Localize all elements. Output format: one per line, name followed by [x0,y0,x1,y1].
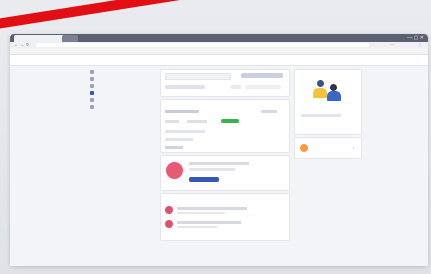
promo-card [160,155,290,191]
sidebar-item-active[interactable] [90,90,148,96]
chevron-right-icon[interactable]: › [353,145,354,150]
sidebar-item[interactable] [90,97,148,103]
sidebar-item[interactable] [90,69,148,75]
search-input[interactable] [165,73,231,80]
bookmarks-bar [10,48,428,55]
sidebar-item[interactable] [90,76,148,82]
chart-icon [90,91,94,95]
activity-row [187,120,207,123]
avatar [165,220,173,228]
app-header [10,55,428,66]
activity-row [165,130,205,133]
browser-tab-active[interactable] [14,35,66,42]
profile-card [294,69,362,135]
filter-field[interactable] [245,85,281,89]
notification-card: › [294,137,362,159]
home-icon [90,70,94,74]
settings-icon [90,105,94,109]
avatar [165,206,173,214]
profile-card-text [301,114,341,117]
sidebar-item[interactable] [90,104,148,110]
window-controls[interactable]: — ▢ ✕ [407,35,424,41]
promo-text [189,162,249,165]
browser-tab[interactable] [62,35,78,42]
activity-subtitle [165,110,199,113]
browser-window: — ▢ ✕ ← → ↻ ⋯ ⋮ › [10,34,428,266]
users-icon [90,77,94,81]
people-illustration [313,78,343,102]
promo-badge-icon [166,162,183,179]
activity-card [160,99,290,153]
promo-text [189,168,235,171]
promo-button[interactable] [189,177,219,182]
feed-card [160,193,290,241]
status-badge [221,119,239,123]
activity-meta [261,110,277,113]
app-viewport: › [10,55,428,266]
sidebar-nav [90,69,148,169]
sidebar-item[interactable] [90,83,148,89]
feed-item-meta [177,226,217,228]
document-icon [90,98,94,102]
feed-item-text[interactable] [177,221,241,224]
filter-chip[interactable] [231,85,241,89]
activity-link[interactable] [165,146,183,149]
notification-icon [300,144,308,152]
calendar-icon [90,84,94,88]
search-card [160,69,290,97]
filter-field[interactable] [165,85,205,89]
url-field[interactable] [36,43,369,47]
feed-item-meta [177,212,225,214]
search-button[interactable] [241,73,283,78]
browser-tab-strip: — ▢ ✕ [10,34,428,42]
feed-item-text[interactable] [177,207,247,210]
activity-row [165,138,193,141]
activity-row [165,120,179,123]
